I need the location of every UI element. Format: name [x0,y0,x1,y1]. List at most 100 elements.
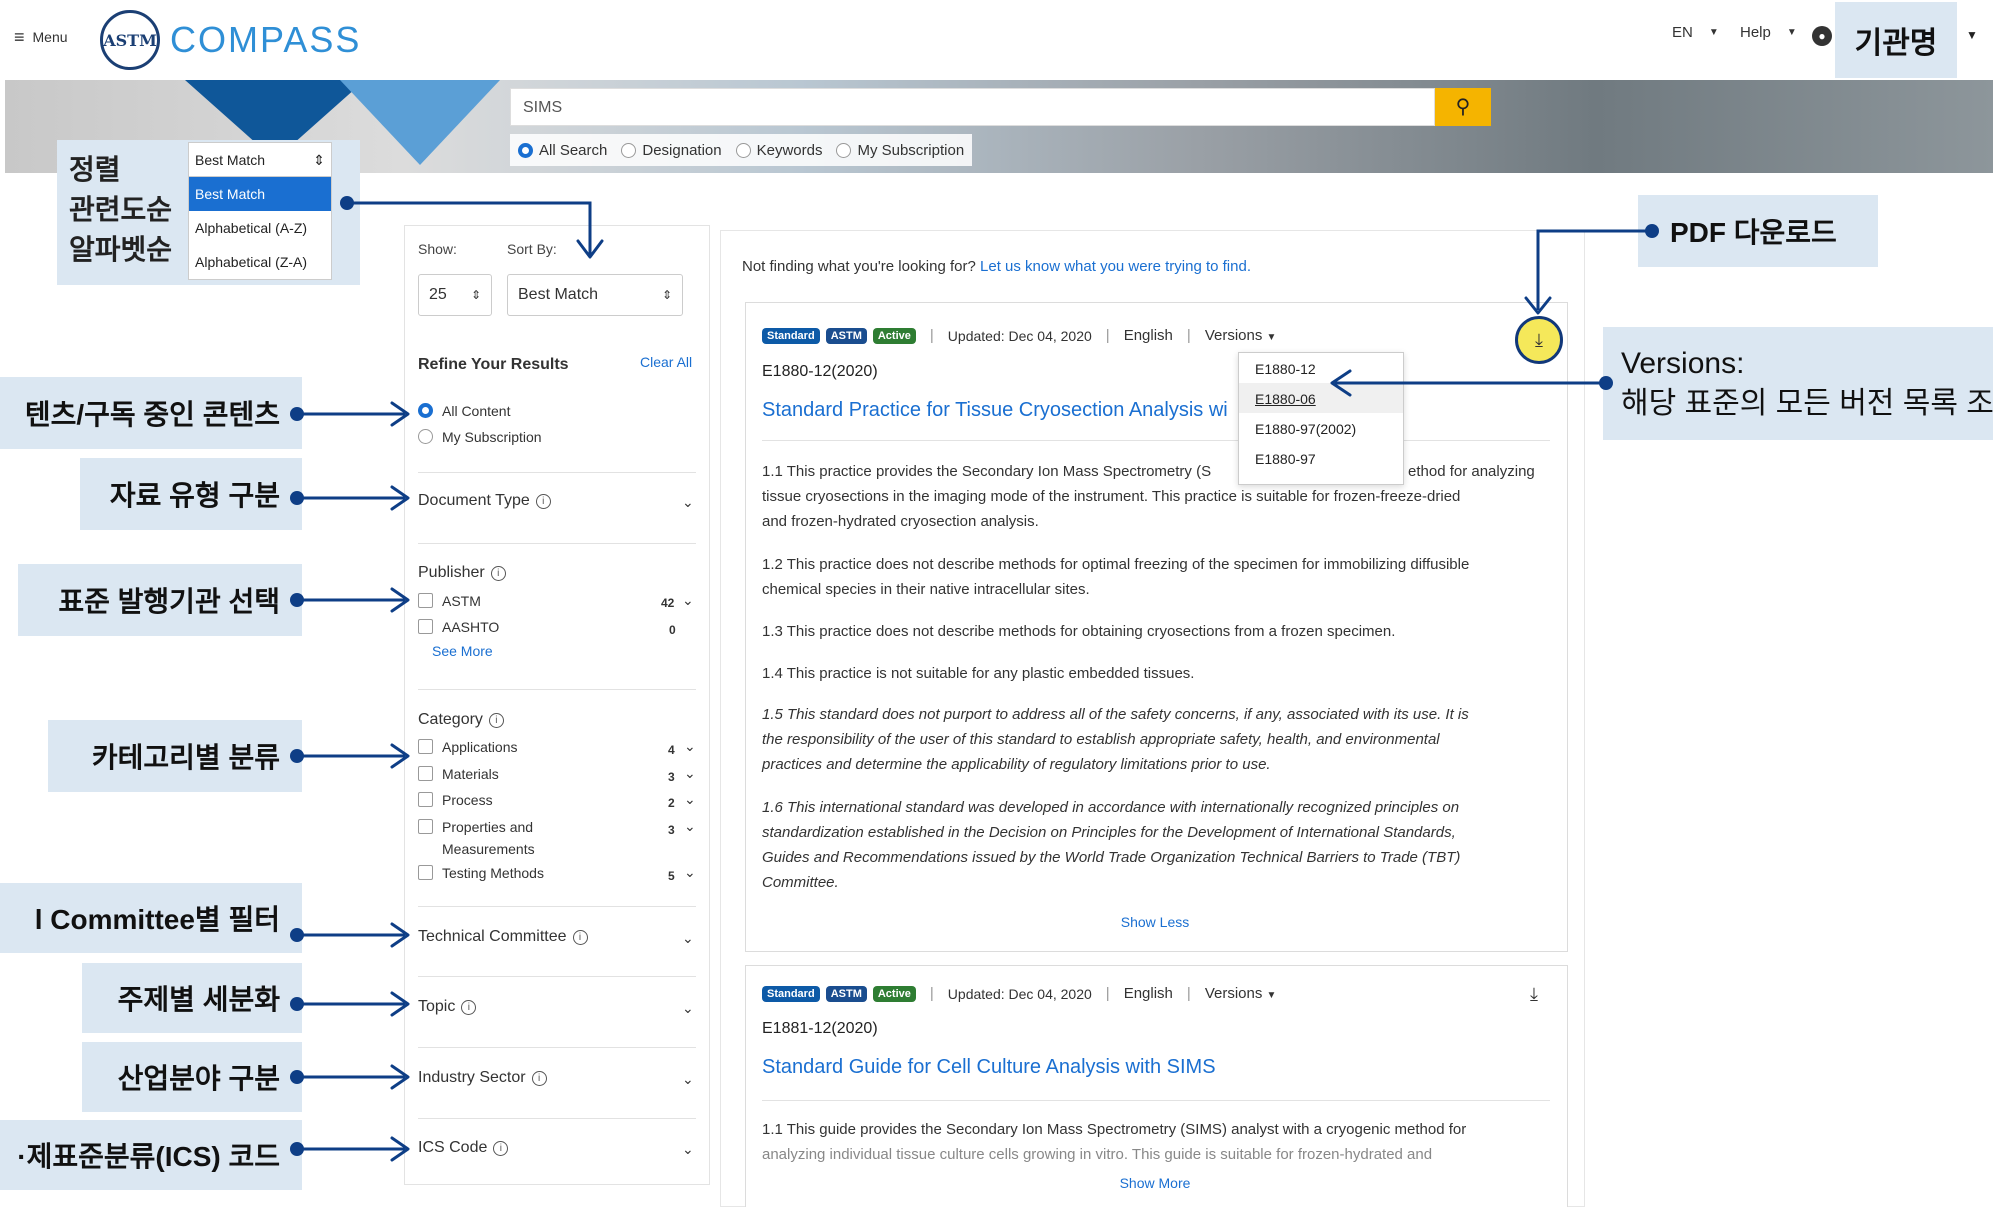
category-materials-checkbox[interactable]: Materials [418,763,499,785]
updown-icon: ⇕ [313,152,325,168]
show-label: Show: [418,241,457,257]
info-icon[interactable]: i [535,493,551,509]
chevron-down-icon[interactable]: ⌄ [682,930,694,947]
versions-toggle[interactable]: Versions ▼ [1205,985,1277,1002]
publisher-astm-checkbox[interactable]: ASTM [418,590,481,612]
page-size-select[interactable]: 25 ⇕ [418,274,492,316]
menu-button[interactable]: ≡ Menu [14,28,68,46]
abstract-line: 1.1 This guide provides the Secondary Io… [762,1121,1467,1138]
radio-icon [621,142,637,158]
annotation-committee: l Committee별 필터 [0,883,302,953]
versions-toggle[interactable]: Versions ▼ [1205,327,1277,344]
feedback-link[interactable]: Let us know what you were trying to find… [980,258,1251,275]
checkbox-icon [418,593,433,608]
radio-icon [418,429,433,444]
chevron-down-icon[interactable]: ⌄ [682,494,694,511]
chevron-down-icon[interactable]: ⌄ [684,864,696,881]
caret-down-icon[interactable]: ▼ [1966,28,1978,42]
sort-option-a-z[interactable]: Alphabetical (A-Z) [189,211,331,245]
abstract-line: ethod for analyzing [1408,463,1535,480]
chevron-down-icon[interactable]: ⌄ [684,738,696,755]
publisher-aashto-count: 0 [669,623,676,637]
checkbox-icon [418,739,433,754]
info-icon[interactable]: i [531,1070,547,1086]
divider [418,976,696,977]
clear-all-link[interactable]: Clear All [640,354,692,370]
search-button[interactable]: ⚲ [1435,88,1491,126]
search-option-keywords[interactable]: Keywords [735,142,822,159]
see-more-link[interactable]: See More [432,643,493,659]
chevron-down-icon[interactable]: ⌄ [682,1000,694,1017]
checkbox-icon [418,619,433,634]
language: English [1123,985,1173,1002]
version-item[interactable]: E1880-12 [1239,353,1403,383]
sort-by-select[interactable]: Best Match ⇕ [507,274,683,316]
abstract-line: 1.3 This practice does not describe meth… [762,623,1396,640]
info-icon[interactable]: i [572,929,588,945]
version-item[interactable]: E1880-97 [1239,443,1403,473]
category-count: 3 [668,823,675,837]
annotation-industry: 산업분야 구분 [82,1042,302,1112]
annotation-content: 텐츠/구독 중인 콘텐츠 [0,377,302,449]
refine-results-title: Refine Your Results [418,356,569,373]
chevron-down-icon[interactable]: ⌄ [684,791,696,808]
chevron-down-icon[interactable]: ⌄ [684,765,696,782]
info-icon[interactable]: i [461,999,477,1015]
category-properties-checkbox[interactable]: Properties and Measurements [418,816,535,860]
sort-option-z-a[interactable]: Alphabetical (Z-A) [189,245,331,279]
category-count: 3 [668,770,675,784]
sort-option-best-match[interactable]: Best Match [189,177,331,211]
search-input[interactable]: SIMS [510,88,1435,126]
logo[interactable]: ASTM COMPASS [100,10,361,70]
caret-down-icon: ▼ [1266,990,1277,1001]
sort-dropdown-preview[interactable]: Best Match ⇕ Best Match Alphabetical (A-Z… [188,142,332,280]
chevron-down-icon[interactable]: ⌄ [682,592,694,609]
technical-committee-filter[interactable]: Technical Committee i [418,928,588,946]
help-menu[interactable]: Help ▼ [1740,24,1797,41]
download-icon[interactable]: ⤓ [1515,316,1563,364]
search-option-all[interactable]: All Search [518,142,607,159]
category-testing-checkbox[interactable]: Testing Methods [418,862,544,884]
search-scope-options: All Search Designation Keywords My Subsc… [510,134,973,166]
abstract-line: chemical species in their native intrace… [762,581,1090,598]
result-title[interactable]: Standard Practice for Tissue Cryosection… [762,399,1228,422]
industry-sector-filter[interactable]: Industry Sector i [418,1069,547,1087]
chevron-down-icon[interactable]: ⌄ [682,1141,694,1158]
sort-dropdown-selected[interactable]: Best Match ⇕ [189,143,331,177]
version-item[interactable]: E1880-97(2002) [1239,413,1403,443]
search-option-subscription[interactable]: My Subscription [836,142,964,159]
designation: E1881-12(2020) [762,1020,878,1037]
info-icon[interactable]: i [490,565,506,581]
category-process-checkbox[interactable]: Process [418,789,493,811]
badge-astm: ASTM [825,985,867,1002]
ics-code-filter[interactable]: ICS Code i [418,1139,509,1157]
abstract-line: 1.4 This practice is not suitable for an… [762,665,1195,682]
info-icon[interactable]: i [488,712,504,728]
version-item[interactable]: E1880-06 [1239,383,1403,413]
result-title[interactable]: Standard Guide for Cell Culture Analysis… [762,1056,1216,1079]
download-icon[interactable]: ⤓ [1530,984,1538,1005]
divider [762,440,1550,441]
content-all-radio[interactable]: All Content [418,400,510,422]
show-less-link[interactable]: Show Less [1060,914,1250,930]
decorative-triangle [340,80,500,165]
divider [762,1100,1550,1101]
versions-dropdown[interactable]: E1880-12 E1880-06 E1880-97(2002) E1880-9… [1238,352,1404,485]
publisher-aashto-checkbox[interactable]: AASHTO [418,616,499,638]
category-applications-checkbox[interactable]: Applications [418,736,518,758]
content-subscription-radio[interactable]: My Subscription [418,426,542,448]
badge-active: Active [872,985,916,1002]
language-selector[interactable]: EN ▼ [1672,24,1719,41]
chevron-down-icon[interactable]: ⌄ [682,1071,694,1088]
annotation-doctype: 자료 유형 구분 [80,458,302,530]
show-more-link[interactable]: Show More [1060,1175,1250,1191]
chevron-down-icon[interactable]: ⌄ [684,818,696,835]
info-icon[interactable]: i [493,1140,509,1156]
search-option-designation[interactable]: Designation [621,142,722,159]
topic-filter[interactable]: Topic i [418,998,477,1016]
document-type-filter[interactable]: Document Type i [418,492,551,510]
user-icon[interactable]: ● [1812,26,1832,46]
annotation-publisher: 표준 발행기관 선택 [18,564,302,636]
organization-name[interactable]: 기관명 [1835,2,1957,78]
badge-standard: Standard [762,985,820,1002]
